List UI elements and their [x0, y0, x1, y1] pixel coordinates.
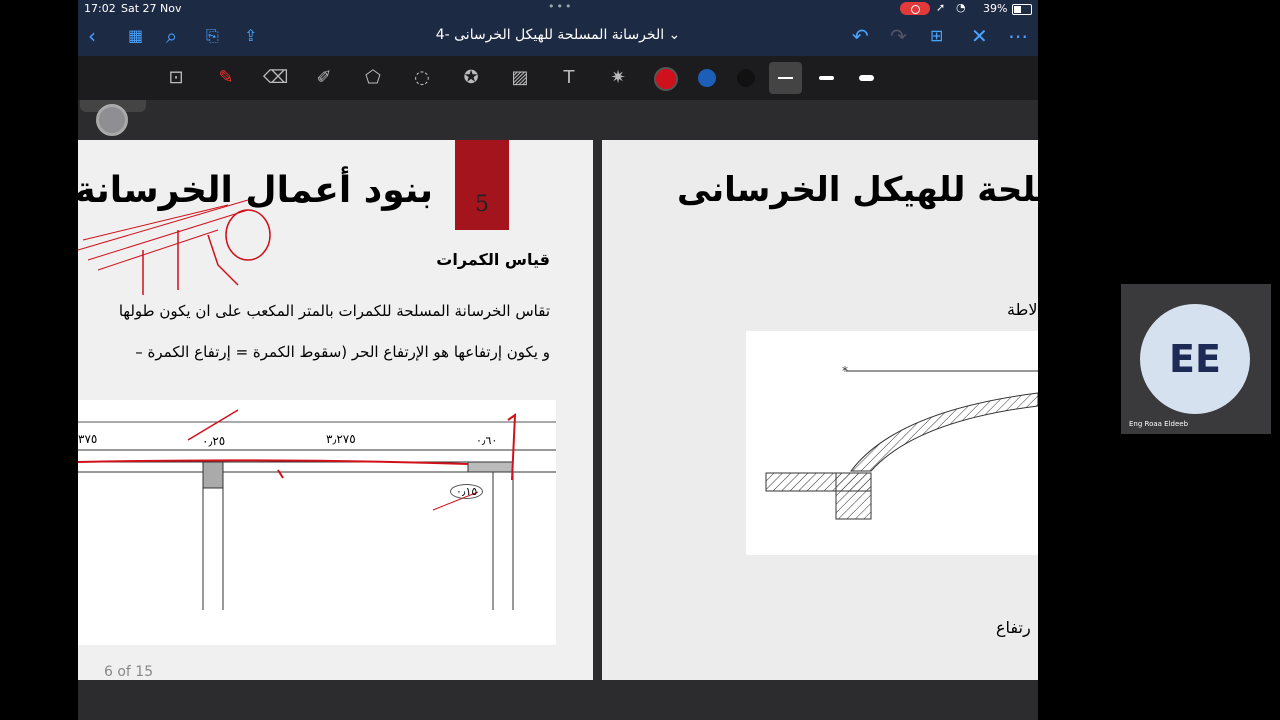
- arch-diagram: *: [746, 331, 1038, 555]
- star-icon[interactable]: ✪: [459, 66, 483, 90]
- participant-name: Eng Roaa Eldeeb: [1129, 420, 1189, 428]
- highlighter-icon[interactable]: ✐: [312, 66, 336, 90]
- pen-icon[interactable]: ✎: [214, 66, 238, 90]
- ipad-screen: 17:02 Sat 27 Nov ••• ➚ ◔ 39% ‹ ▦ ⌕ ⎘ ⇪ 4…: [78, 0, 1038, 720]
- blue-color-swatch[interactable]: [698, 69, 716, 87]
- right-note: لاطة: [1007, 300, 1038, 319]
- black-color-swatch[interactable]: [737, 69, 755, 87]
- wifi-icon: ◔: [956, 1, 966, 14]
- add-page-icon[interactable]: ⊞: [930, 24, 943, 48]
- slide-number-box: 5: [455, 140, 509, 230]
- left-page: بنود أعمال الخرسانة ال 5 قياس الكمرات تق…: [78, 140, 593, 680]
- right-page: مسلحة للهيكل الخرسانى لاطة * رتفاع: [602, 140, 1038, 680]
- dim-col1: ٠٫٢٥: [202, 434, 226, 448]
- body-line-2: و يكون إرتفاعها هو الإرتفاع الحر (سقوط ا…: [135, 343, 550, 361]
- status-time: 17:02: [84, 2, 116, 15]
- image-icon[interactable]: ▨: [508, 66, 532, 90]
- multitask-dots-icon[interactable]: •••: [548, 0, 573, 13]
- right-slide-title: مسلحة للهيكل الخرسانى: [677, 170, 1038, 210]
- assistive-touch-button[interactable]: [96, 104, 128, 136]
- body-line-1: تقاس الخرسانة المسلحة للكمرات بالمتر الم…: [118, 302, 550, 320]
- svg-text:*: *: [842, 364, 848, 378]
- location-icon: ➚: [936, 1, 946, 14]
- more-icon[interactable]: ⋯: [1008, 24, 1028, 48]
- slide-number: 5: [475, 192, 489, 217]
- battery-icon: [1012, 4, 1032, 15]
- text-icon[interactable]: T: [557, 66, 581, 90]
- participant-avatar: EE: [1140, 304, 1250, 414]
- red-color-swatch[interactable]: [654, 67, 678, 91]
- medium-stroke-option[interactable]: [819, 76, 834, 80]
- page-counter: 6 of 15: [104, 664, 154, 680]
- dim-left: ٣٧٥: [78, 432, 98, 446]
- participant-tile[interactable]: EE Eng Roaa Eldeeb: [1121, 284, 1271, 434]
- nav-bar: ‹ ▦ ⌕ ⎘ ⇪ 4- الخرسانة المسلحة للهيكل الخ…: [78, 18, 1038, 56]
- undo-icon[interactable]: ↶: [852, 24, 869, 48]
- right-bottom-text: رتفاع: [996, 618, 1031, 637]
- thin-stroke-option[interactable]: [769, 62, 802, 94]
- close-icon[interactable]: ✕: [971, 24, 988, 48]
- eraser-icon[interactable]: ⌫: [263, 66, 288, 90]
- dim-slab: ٠٫١٥: [450, 484, 484, 499]
- beam-measurement-heading: قياس الكمرات: [436, 250, 550, 269]
- screen-record-icon[interactable]: [900, 2, 930, 15]
- drawing-toolbar: ⊡ ✎ ⌫ ✐ ⬠ ◌ ✪ ▨ T ✷: [78, 56, 1038, 100]
- battery-percent: 39%: [983, 2, 1008, 15]
- beam-diagram: ٣٧٥ ٠٫٢٥ ٣٫٢٧٥ ٠٫٦٠ ٠٫١٥: [78, 400, 556, 645]
- lasso-icon[interactable]: ◌: [410, 66, 434, 90]
- redo-icon[interactable]: ↷: [890, 24, 907, 48]
- canvas-margin: [78, 100, 1038, 140]
- shapes-icon[interactable]: ⬠: [361, 66, 385, 90]
- status-bar: 17:02 Sat 27 Nov ••• ➚ ◔ 39%: [78, 0, 1038, 18]
- dim-span: ٣٫٢٧٥: [326, 432, 356, 446]
- status-date: Sat 27 Nov: [121, 2, 182, 15]
- thick-stroke-option[interactable]: [859, 75, 874, 81]
- dim-col2: ٠٫٦٠: [476, 434, 498, 447]
- red-handwritten-annotation: [78, 199, 271, 295]
- scan-icon[interactable]: ⊡: [164, 66, 188, 90]
- laser-icon[interactable]: ✷: [606, 66, 630, 90]
- arch-drawing: *: [765, 364, 1038, 520]
